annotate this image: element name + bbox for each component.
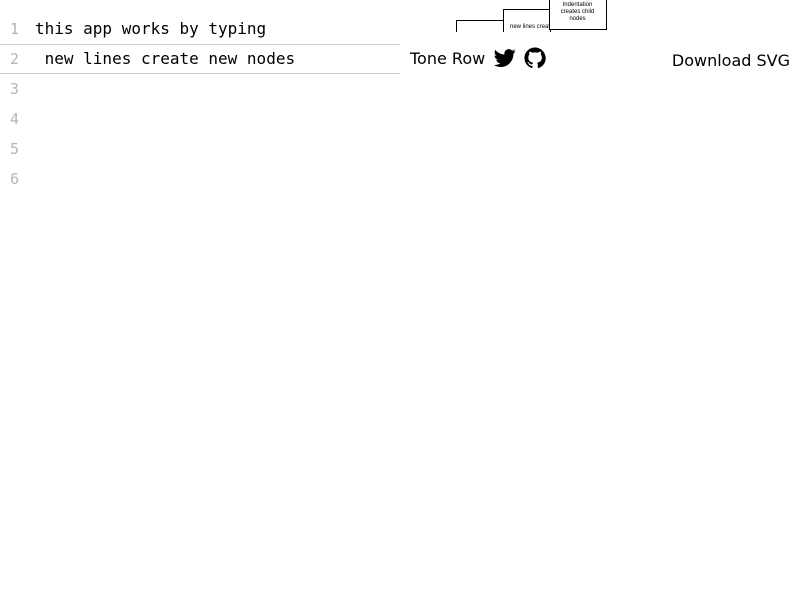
editor-line-active[interactable]: 2 new lines create new nodes <box>0 44 400 74</box>
flowchart-node-child-label-2: creates child <box>561 9 595 15</box>
editor-line[interactable]: 6 <box>0 164 400 194</box>
editor-line[interactable]: 1 this app works by typing <box>0 14 400 44</box>
line-number: 4 <box>10 110 20 128</box>
flowchart-node-child-label-3: nodes <box>569 16 585 22</box>
line-text[interactable]: new lines create new nodes <box>35 45 295 73</box>
github-link[interactable] <box>524 47 546 69</box>
line-number: 1 <box>10 20 20 38</box>
flowchart-node-child-label-1: Indentation <box>563 2 593 8</box>
flowchart-node-second-label: new lines creat <box>510 24 550 30</box>
download-svg-button[interactable]: Download SVG <box>672 51 790 71</box>
flowchart-preview[interactable]: new lines creat Indentation creates chil… <box>450 0 620 32</box>
github-icon <box>524 47 546 69</box>
line-number: 3 <box>10 80 20 98</box>
brand-title[interactable]: Tone Row <box>410 49 485 69</box>
editor-line[interactable]: 5 <box>0 134 400 164</box>
text-editor[interactable]: 1 this app works by typing 2 new lines c… <box>0 14 400 194</box>
flowchart-node-root[interactable] <box>456 20 504 33</box>
twitter-icon <box>493 49 516 67</box>
twitter-link[interactable] <box>493 47 516 69</box>
app-root: 1 this app works by typing 2 new lines c… <box>0 0 800 600</box>
line-number: 2 <box>10 50 20 68</box>
editor-line[interactable]: 4 <box>0 104 400 134</box>
line-text[interactable]: this app works by typing <box>35 14 266 44</box>
line-number: 5 <box>10 140 20 158</box>
line-number: 6 <box>10 170 20 188</box>
editor-line[interactable]: 3 <box>0 74 400 104</box>
